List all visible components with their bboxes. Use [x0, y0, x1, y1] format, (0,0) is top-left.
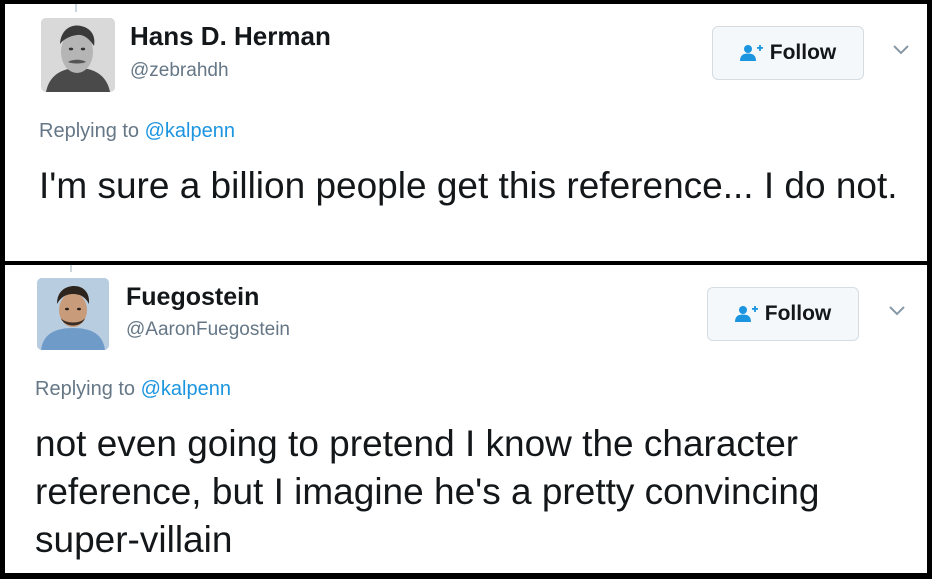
replying-to: Replying to @kalpenn	[35, 378, 231, 401]
thread-connector	[70, 265, 72, 272]
thread-connector	[75, 4, 77, 12]
avatar[interactable]	[37, 278, 109, 350]
replying-prefix: Replying to	[35, 378, 136, 400]
tweet-text: I'm sure a billion people get this refer…	[39, 165, 898, 206]
replying-prefix: Replying to	[39, 120, 140, 142]
follow-label: Follow	[764, 302, 832, 325]
replying-to: Replying to @kalpenn	[39, 120, 235, 143]
chevron-down-icon[interactable]	[892, 44, 910, 56]
tweet-card: Hans D. Herman @zebrahdh Follow Replying…	[5, 4, 927, 261]
avatar-photo-icon	[37, 278, 109, 350]
tweet-text: not even going to pretend I know the cha…	[35, 423, 820, 561]
display-name[interactable]: Fuegostein	[126, 283, 259, 312]
tweet-card: Fuegostein @AaronFuegostein Follow Reply…	[5, 265, 927, 573]
avatar[interactable]	[41, 18, 115, 92]
user-handle[interactable]: @AaronFuegostein	[126, 319, 290, 341]
display-name[interactable]: Hans D. Herman	[130, 21, 331, 52]
user-handle[interactable]: @zebrahdh	[130, 60, 229, 82]
follow-button[interactable]: Follow	[707, 287, 859, 341]
add-person-icon	[734, 306, 758, 322]
avatar-photo-icon	[41, 18, 115, 92]
chevron-down-icon[interactable]	[888, 305, 906, 317]
replying-to-link[interactable]: @kalpenn	[141, 378, 231, 400]
add-person-icon	[739, 45, 763, 61]
follow-button[interactable]: Follow	[712, 26, 864, 80]
follow-label: Follow	[769, 41, 837, 64]
replying-to-link[interactable]: @kalpenn	[145, 120, 235, 142]
